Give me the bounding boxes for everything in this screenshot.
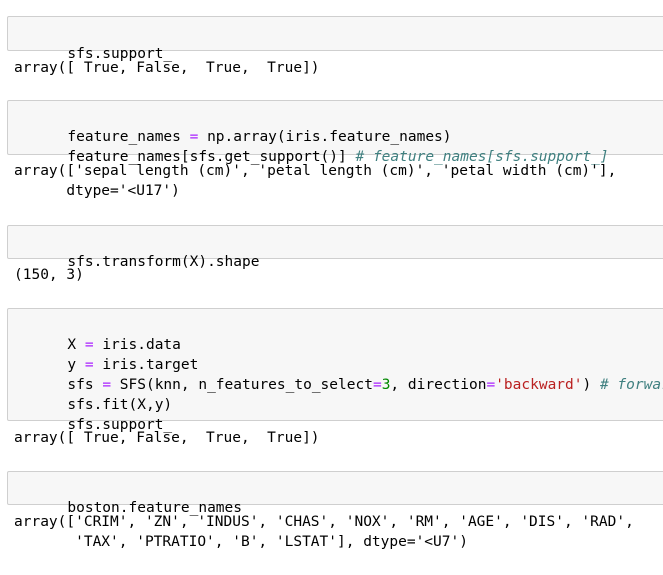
output-line: dtype='<U17')	[14, 183, 180, 199]
code-line: sfs = SFS(knn, n_features_to_select=3, d…	[15, 355, 663, 393]
code-input-5[interactable]: boston.feature_names	[7, 471, 663, 516]
operator-token: =	[486, 377, 496, 393]
output-line: array(['sepal length (cm)', 'petal lengt…	[14, 163, 617, 179]
code-line: sfs.transform(X).shape	[15, 232, 259, 270]
code-line: feature_names = np.array(iris.feature_na…	[15, 107, 451, 145]
code-line: feature_names[sfs.get_support()] # featu…	[15, 127, 608, 165]
comment-token: # forward	[599, 377, 663, 393]
code-line: sfs.support_	[15, 24, 172, 62]
code-token: sfs.transform(X).shape	[67, 254, 260, 270]
code-input-2[interactable]: feature_names = np.array(iris.feature_na…	[7, 100, 663, 165]
output-line: array(['CRIM', 'ZN', 'INDUS', 'CHAS', 'N…	[14, 514, 634, 530]
code-input-1[interactable]: sfs.support_	[7, 16, 663, 62]
code-line: X = iris.data	[15, 315, 181, 353]
output-line: array([ True, False, True, True])	[14, 60, 320, 76]
string-token: 'backward'	[495, 377, 583, 393]
code-line: sfs.support_	[15, 395, 172, 433]
output-line: (150, 3)	[14, 267, 84, 283]
output-line: array([ True, False, True, True])	[14, 430, 320, 446]
code-line: sfs.fit(X,y)	[15, 375, 172, 413]
code-input-4[interactable]: X = iris.data y = iris.target sfs = SFS(…	[7, 308, 663, 433]
operator-token: =	[372, 377, 382, 393]
code-token: , direction	[390, 377, 487, 393]
code-line: boston.feature_names	[15, 478, 242, 516]
code-input-3[interactable]: sfs.transform(X).shape	[7, 225, 663, 270]
output-line: 'TAX', 'PTRATIO', 'B', 'LSTAT'], dtype='…	[14, 534, 468, 550]
code-token: )	[582, 377, 600, 393]
code-line: y = iris.target	[15, 335, 198, 373]
